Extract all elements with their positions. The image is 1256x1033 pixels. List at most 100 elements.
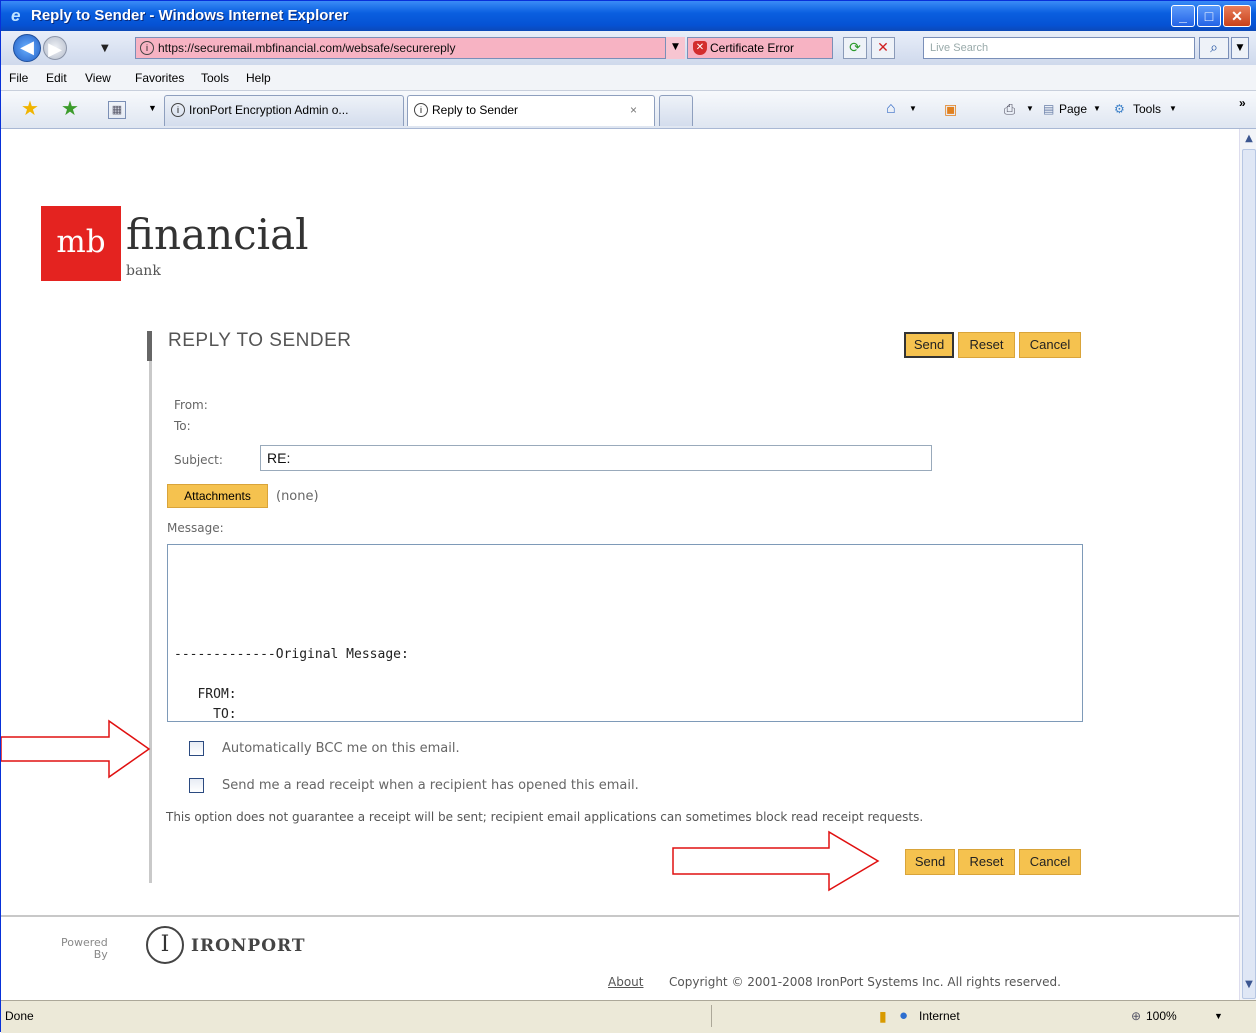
refresh-button[interactable]: ⟳ (843, 37, 867, 59)
reset-button-bottom[interactable]: Reset (958, 849, 1015, 875)
stop-button[interactable]: ✕ (871, 37, 895, 59)
cancel-button-top[interactable]: Cancel (1019, 332, 1081, 358)
menu-bar: File Edit View Favorites Tools Help (1, 65, 1256, 91)
annotation-arrow-send (672, 830, 880, 892)
forward-button[interactable]: ▶ (43, 36, 67, 60)
scroll-up-icon[interactable]: ▲ (1241, 133, 1256, 147)
bcc-checkbox[interactable] (189, 741, 204, 756)
page-dropdown[interactable]: ▼ (1093, 97, 1101, 121)
send-button-bottom[interactable]: Send (905, 849, 955, 875)
form-left-border (149, 331, 152, 883)
zoom-dropdown[interactable]: ▼ (1214, 1001, 1223, 1031)
info-icon: i (414, 103, 428, 117)
print-icon[interactable]: ⎙ (1004, 97, 1015, 121)
logo-subtext: bank (126, 263, 161, 279)
ie-logo-icon: e (11, 6, 21, 25)
recent-pages-dropdown[interactable]: ▼ (101, 43, 109, 54)
send-button-top[interactable]: Send (904, 332, 954, 358)
cancel-button-bottom[interactable]: Cancel (1019, 849, 1081, 875)
print-dropdown[interactable]: ▼ (1026, 97, 1034, 121)
shield-error-icon: ✕ (693, 41, 707, 55)
by-text: By (93, 948, 108, 961)
close-tab-icon[interactable]: × (630, 96, 637, 125)
reset-button-top[interactable]: Reset (958, 332, 1015, 358)
menu-edit[interactable]: Edit (46, 65, 67, 91)
cert-error-label: Certificate Error (710, 41, 795, 55)
logo-mark: mb (41, 206, 121, 281)
message-textarea[interactable]: -------------Original Message: FROM: TO:… (167, 544, 1083, 722)
info-icon: i (171, 103, 185, 117)
subject-label: Subject: (174, 453, 223, 467)
tab-bar: ★ ★ ▦ ▼ i IronPort Encryption Admin o...… (1, 91, 1256, 129)
address-input[interactable]: i https://securemail.mbfinancial.com/web… (135, 37, 685, 59)
attachments-value: (none) (276, 489, 319, 504)
toolbar-overflow[interactable]: » (1239, 91, 1246, 115)
tab-label: IronPort Encryption Admin o... (189, 103, 349, 117)
scroll-thumb[interactable] (1242, 149, 1256, 999)
url-text: https://securemail.mbfinancial.com/websa… (158, 41, 456, 55)
menu-view[interactable]: View (85, 65, 111, 91)
message-body: -------------Original Message: FROM: TO: (174, 647, 409, 722)
tab-reply-to-sender[interactable]: i Reply to Sender × (407, 95, 655, 126)
page-title: REPLY TO SENDER (168, 330, 352, 351)
new-tab-button[interactable] (659, 95, 693, 126)
from-label: From: (174, 398, 208, 412)
menu-tools[interactable]: Tools (201, 65, 229, 91)
about-link[interactable]: About (608, 975, 643, 989)
ironport-wordmark: IRONPORT (191, 936, 306, 956)
message-label: Message: (167, 521, 224, 535)
security-zone[interactable]: Internet (919, 1001, 960, 1031)
logo-wordmark: financial (126, 210, 309, 259)
address-toolbar: ◀ ▶ ▼ i https://securemail.mbfinancial.c… (1, 31, 1256, 65)
title-bar: e Reply to Sender - Windows Internet Exp… (1, 1, 1256, 31)
read-receipt-checkbox[interactable] (189, 778, 204, 793)
tools-menu[interactable]: Tools (1133, 97, 1161, 121)
info-icon: i (140, 41, 154, 55)
minimize-button[interactable]: _ (1171, 5, 1195, 27)
menu-help[interactable]: Help (246, 65, 271, 91)
address-dropdown[interactable]: ▼ (665, 37, 685, 59)
search-input[interactable]: Live Search (923, 37, 1195, 59)
tools-dropdown[interactable]: ▼ (1169, 97, 1177, 121)
zoom-level[interactable]: 100% (1146, 1001, 1177, 1031)
attachments-button[interactable]: Attachments (167, 484, 268, 508)
back-button[interactable]: ◀ (13, 34, 41, 62)
window-title: Reply to Sender - Windows Internet Explo… (31, 7, 349, 24)
status-text: Done (5, 1009, 34, 1023)
scroll-down-icon[interactable]: ▼ (1241, 979, 1256, 993)
powered-by-label: Powered By (61, 937, 108, 961)
ironport-logo-icon: I (146, 926, 184, 964)
menu-file[interactable]: File (9, 65, 28, 91)
feeds-icon[interactable]: ▣ (944, 97, 957, 121)
favorites-star-icon[interactable]: ★ (21, 99, 39, 119)
page-menu[interactable]: Page (1059, 97, 1087, 121)
tab-list-dropdown[interactable]: ▼ (148, 103, 157, 113)
page-icon: ▤ (1043, 102, 1055, 116)
home-icon[interactable]: ⌂ (886, 97, 896, 121)
subject-input[interactable]: RE: (260, 445, 932, 471)
footer-divider (1, 915, 1239, 917)
page-scrollbar[interactable]: ▲ ▼ (1239, 129, 1256, 1000)
status-bar: Done ▮ ● Internet ⊕ 100% ▼ (1, 1000, 1256, 1033)
home-dropdown[interactable]: ▼ (909, 97, 917, 121)
read-receipt-label: Send me a read receipt when a recipient … (222, 778, 639, 793)
maximize-button[interactable]: □ (1197, 5, 1221, 27)
protected-mode-icon: ▮ (879, 1008, 887, 1024)
read-receipt-note: This option does not guarantee a receipt… (166, 810, 924, 824)
close-window-button[interactable]: ✕ (1223, 5, 1251, 27)
zoom-icon: ⊕ (1131, 1009, 1142, 1023)
certificate-error-button[interactable]: ✕ Certificate Error (687, 37, 833, 59)
annotation-arrow-bcc (1, 719, 151, 779)
gear-icon: ⚙ (1114, 102, 1125, 116)
to-label: To: (174, 419, 191, 433)
search-options-dropdown[interactable]: ▼ (1231, 37, 1249, 59)
tab-label: Reply to Sender (432, 103, 519, 117)
menu-favorites[interactable]: Favorites (135, 65, 184, 91)
add-favorite-icon[interactable]: ★ (61, 99, 79, 119)
search-icon[interactable]: ⌕ (1199, 37, 1229, 59)
internet-zone-icon: ● (899, 1007, 909, 1024)
tab-ironport-admin[interactable]: i IronPort Encryption Admin o... (164, 95, 404, 126)
copyright-text: Copyright © 2001-2008 IronPort Systems I… (669, 975, 1061, 989)
browser-window: e Reply to Sender - Windows Internet Exp… (0, 0, 1256, 1033)
quick-tabs-icon[interactable]: ▦ (108, 101, 126, 119)
